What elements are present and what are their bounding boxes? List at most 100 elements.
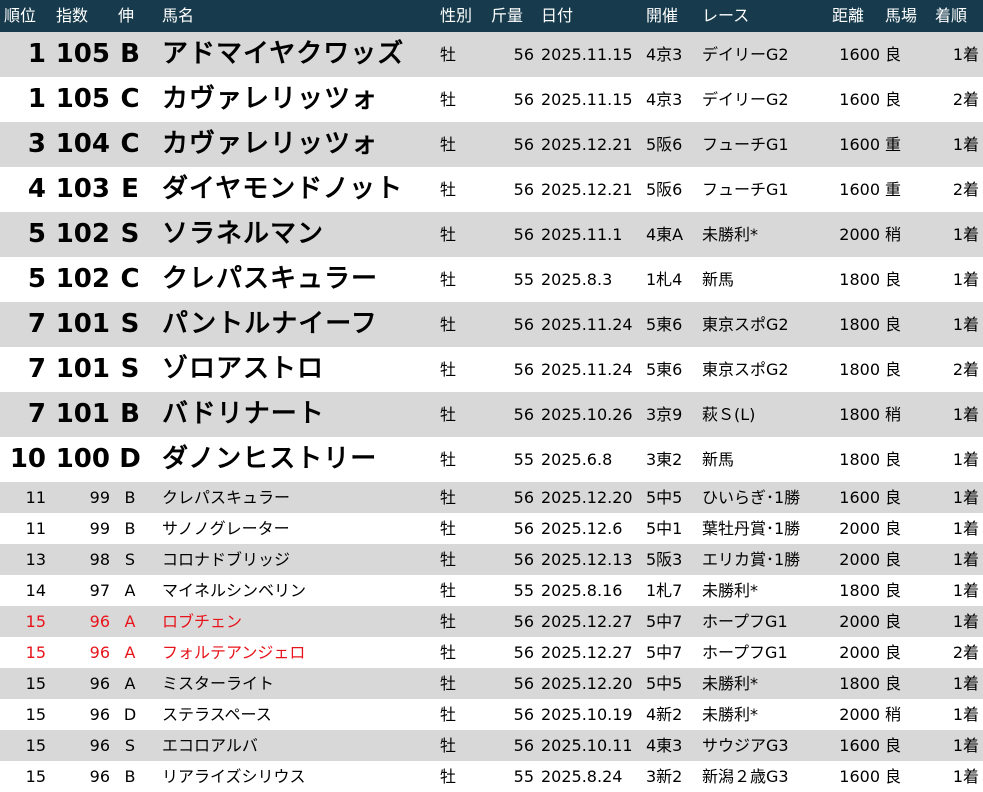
table-row[interactable]: 4 103 E ダイヤモンドノット 牡 56 2025.12.21 5阪6 フューチG1 1600… xyxy=(0,167,983,212)
cell-index: 96 xyxy=(89,705,110,724)
cell-finish-place: 2着 xyxy=(952,180,979,199)
table-row[interactable]: 7 101 S ゾロアストロ 牡 56 2025.11.24 5東6 東京スポG2 1800 良 2着 xyxy=(0,347,983,392)
table-row[interactable]: 11 99 B サノノグレーター 牡 56 2025.12.6 5中1 葉牡丹賞･1勝 2000 良… xyxy=(0,513,983,544)
cell-horse-name: フォルテアンジェロ xyxy=(162,643,306,662)
cell-index: 102 xyxy=(55,264,110,294)
header-weight[interactable]: 斤量 xyxy=(491,0,523,32)
cell-grade: C xyxy=(120,264,140,294)
cell-meet: 3京9 xyxy=(646,405,683,424)
cell-horse-name: ステラスペース xyxy=(162,705,272,724)
header-track[interactable]: 馬場 xyxy=(885,0,917,32)
table-row[interactable]: 7 101 S パントルナイーフ 牡 56 2025.11.24 5東6 東京スポG2 1800 良… xyxy=(0,302,983,347)
cell-race: 新馬 xyxy=(702,270,735,289)
header-name[interactable]: 馬名 xyxy=(162,0,194,32)
cell-finish-place: 1着 xyxy=(952,736,979,755)
cell-date: 2025.10.26 xyxy=(541,405,633,424)
header-race[interactable]: レース xyxy=(702,0,749,32)
cell-finish-place: 2着 xyxy=(952,360,979,379)
cell-sex: 牡 xyxy=(440,135,457,154)
table-row[interactable]: 1 105 C カヴァレリッツォ 牡 56 2025.11.15 4京3 デイリーG2 1600 良… xyxy=(0,77,983,122)
table-row[interactable]: 14 97 A マイネルシンベリン 牡 55 2025.8.16 1札7 未勝利* 1800 良 1着 xyxy=(0,575,983,606)
cell-sex: 牡 xyxy=(440,270,457,289)
cell-sex: 牡 xyxy=(440,488,457,507)
header-grade[interactable]: 伸 xyxy=(118,0,134,32)
cell-sex: 牡 xyxy=(440,180,457,199)
cell-sex: 牡 xyxy=(440,225,457,244)
cell-rank: 15 xyxy=(25,736,46,755)
cell-distance: 2000 xyxy=(839,225,880,244)
table-row[interactable]: 15 96 A ロブチェン 牡 56 2025.12.27 5中7 ホープフG1 2000 良 1着 xyxy=(0,606,983,637)
cell-distance: 1600 xyxy=(839,90,880,109)
cell-finish-place: 1着 xyxy=(952,550,979,569)
table-row[interactable]: 15 96 A フォルテアンジェロ 牡 56 2025.12.27 5中7 ホープフG1 2000… xyxy=(0,637,983,668)
header-rank[interactable]: 順位 xyxy=(4,0,36,32)
cell-date: 2025.10.11 xyxy=(541,736,633,755)
table-row[interactable]: 11 99 B クレパスキュラー 牡 56 2025.12.20 5中5 ひいらぎ･1勝 1600… xyxy=(0,482,983,513)
cell-horse-name: ダノンヒストリー xyxy=(162,444,378,474)
header-date[interactable]: 日付 xyxy=(541,0,573,32)
header-meet[interactable]: 開催 xyxy=(646,0,678,32)
cell-meet: 1札4 xyxy=(646,270,683,289)
table-row[interactable]: 15 96 B リアライズシリウス 牡 55 2025.8.24 3新2 新潟２歳G3 1600 良… xyxy=(0,761,983,792)
cell-race: 新潟２歳G3 xyxy=(702,767,789,786)
cell-horse-name: サノノグレーター xyxy=(162,519,290,538)
table-row[interactable]: 13 98 S コロナドブリッジ 牡 56 2025.12.13 5阪3 エリカ賞･1勝 2000… xyxy=(0,544,983,575)
table-row[interactable]: 5 102 S ソラネルマン 牡 56 2025.11.1 4東A 未勝利* 2000 稍 1着 xyxy=(0,212,983,257)
cell-date: 2025.11.15 xyxy=(541,90,633,109)
cell-finish-place: 1着 xyxy=(952,674,979,693)
cell-race: デイリーG2 xyxy=(702,90,789,109)
cell-sex: 牡 xyxy=(440,550,457,569)
header-index[interactable]: 指数 xyxy=(56,0,88,32)
cell-race: ホープフG1 xyxy=(702,612,788,631)
cell-meet: 5東6 xyxy=(646,360,683,379)
cell-index: 96 xyxy=(89,674,110,693)
cell-grade: B xyxy=(120,39,140,69)
cell-index: 99 xyxy=(89,488,110,507)
cell-race: 新馬 xyxy=(702,450,735,469)
table-row[interactable]: 15 96 A ミスターライト 牡 56 2025.12.20 5中5 未勝利* 1800 良 1着 xyxy=(0,668,983,699)
table-row[interactable]: 7 101 B バドリナート 牡 56 2025.10.26 3京9 萩Ｓ(L) 1800 稍 1着 xyxy=(0,392,983,437)
header-distance[interactable]: 距離 xyxy=(832,0,864,32)
cell-grade: S xyxy=(124,550,136,569)
cell-track-condition: 良 xyxy=(885,450,902,469)
cell-track-condition: 重 xyxy=(885,180,902,199)
header-sex[interactable]: 性別 xyxy=(440,0,472,32)
cell-index: 102 xyxy=(55,219,110,249)
cell-sex: 牡 xyxy=(440,581,457,600)
cell-finish-place: 1着 xyxy=(952,225,979,244)
cell-horse-name: パントルナイーフ xyxy=(162,309,378,339)
cell-race: 東京スポG2 xyxy=(702,360,789,379)
table-row[interactable]: 10 100 D ダノンヒストリー 牡 55 2025.6.8 3東2 新馬 1800 良 1着 xyxy=(0,437,983,482)
cell-date: 2025.12.6 xyxy=(541,519,623,538)
cell-index: 96 xyxy=(89,767,110,786)
cell-finish-place: 1着 xyxy=(952,270,979,289)
cell-grade: D xyxy=(123,705,137,724)
cell-horse-name: リアライズシリウス xyxy=(162,767,306,786)
cell-grade: B xyxy=(124,519,136,538)
cell-meet: 3東2 xyxy=(646,450,683,469)
cell-track-condition: 稍 xyxy=(885,705,902,724)
cell-index: 105 xyxy=(55,39,110,69)
cell-grade: C xyxy=(120,84,140,114)
table-row[interactable]: 1 105 B アドマイヤクワッズ 牡 56 2025.11.15 4京3 デイリーG2 1600… xyxy=(0,32,983,77)
cell-weight: 56 xyxy=(513,612,534,631)
header-place[interactable]: 着順 xyxy=(935,0,967,32)
cell-index: 100 xyxy=(55,444,110,474)
cell-grade: A xyxy=(124,674,136,693)
cell-finish-place: 2着 xyxy=(952,90,979,109)
cell-race: 未勝利* xyxy=(702,705,759,724)
cell-grade: A xyxy=(124,612,136,631)
cell-weight: 55 xyxy=(513,767,534,786)
table-row[interactable]: 15 96 S エコロアルバ 牡 56 2025.10.11 4東3 サウジアG3 1600 良 1着 xyxy=(0,730,983,761)
table-row[interactable]: 3 104 C カヴァレリッツォ 牡 56 2025.12.21 5阪6 フューチG1 1600 重… xyxy=(0,122,983,167)
cell-grade: A xyxy=(124,581,136,600)
cell-grade: S xyxy=(124,736,136,755)
cell-index: 101 xyxy=(55,399,110,429)
cell-track-condition: 良 xyxy=(885,643,902,662)
table-row[interactable]: 5 102 C クレパスキュラー 牡 55 2025.8.3 1札4 新馬 1800 良 1着 xyxy=(0,257,983,302)
cell-date: 2025.12.27 xyxy=(541,612,633,631)
cell-index: 101 xyxy=(55,309,110,339)
cell-index: 96 xyxy=(89,643,110,662)
cell-rank: 7 xyxy=(27,354,46,384)
table-row[interactable]: 15 96 D ステラスペース 牡 56 2025.10.19 4新2 未勝利* 2000 稍 1着 xyxy=(0,699,983,730)
